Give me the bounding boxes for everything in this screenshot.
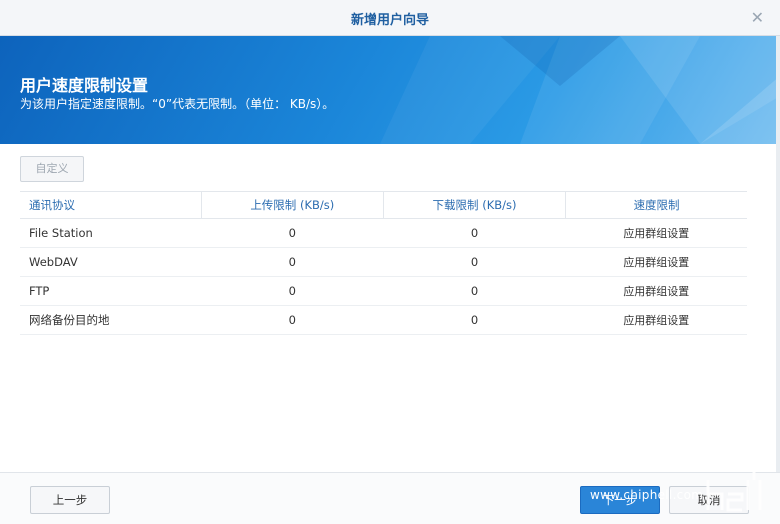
- table-row[interactable]: File Station 0 0 应用群组设置: [20, 218, 747, 248]
- close-icon[interactable]: ✕: [751, 8, 764, 27]
- table-row[interactable]: WebDAV 0 0 应用群组设置: [20, 247, 747, 277]
- upload-cell[interactable]: 0: [201, 305, 384, 335]
- title-bar: 新增用户向导 ✕: [0, 0, 780, 36]
- protocol-cell: FTP: [20, 276, 202, 306]
- watermark-text: www.chiphell.com: [590, 488, 704, 502]
- protocol-cell: WebDAV: [20, 247, 202, 277]
- column-header-protocol[interactable]: 通讯协议: [20, 191, 202, 219]
- download-cell[interactable]: 0: [383, 305, 566, 335]
- upload-cell[interactable]: 0: [201, 218, 384, 248]
- speed-cell[interactable]: 应用群组设置: [565, 276, 747, 306]
- header-banner: 用户速度限制设置 为该用户指定速度限制。“0”代表无限制。（单位： KB/s）。: [0, 36, 780, 144]
- upload-cell[interactable]: 0: [201, 247, 384, 277]
- upload-cell[interactable]: 0: [201, 276, 384, 306]
- scrollbar-track[interactable]: [776, 36, 780, 472]
- speed-cell[interactable]: 应用群组设置: [565, 305, 747, 335]
- download-cell[interactable]: 0: [383, 218, 566, 248]
- previous-button[interactable]: 上一步: [30, 486, 110, 514]
- table-header-row: 通讯协议 上传限制 (KB/s) 下载限制 (KB/s) 速度限制: [20, 191, 747, 219]
- chiphell-watermark-logo: [706, 442, 768, 512]
- protocol-cell: File Station: [20, 218, 202, 248]
- column-header-upload[interactable]: 上传限制 (KB/s): [200, 191, 384, 219]
- banner-description: 为该用户指定速度限制。“0”代表无限制。（单位： KB/s）。: [20, 97, 335, 111]
- custom-button[interactable]: 自定义: [20, 156, 84, 182]
- column-header-speed[interactable]: 速度限制: [565, 191, 747, 219]
- column-header-download[interactable]: 下载限制 (KB/s): [382, 191, 566, 219]
- table-row[interactable]: 网络备份目的地 0 0 应用群组设置: [20, 305, 747, 335]
- speed-cell[interactable]: 应用群组设置: [565, 247, 747, 277]
- protocol-cell: 网络备份目的地: [20, 305, 202, 335]
- speed-limit-table: 通讯协议 上传限制 (KB/s) 下载限制 (KB/s) 速度限制 File S…: [20, 191, 747, 335]
- banner-heading: 用户速度限制设置: [20, 76, 149, 95]
- table-row[interactable]: FTP 0 0 应用群组设置: [20, 276, 747, 306]
- speed-cell[interactable]: 应用群组设置: [565, 218, 747, 248]
- new-user-wizard-dialog: 新增用户向导 ✕ 用户速度限制设置 为该用户指定速度限制。“0”代表无限制。（单…: [0, 0, 780, 524]
- download-cell[interactable]: 0: [383, 276, 566, 306]
- window-title: 新增用户向导: [350, 13, 429, 28]
- download-cell[interactable]: 0: [383, 247, 566, 277]
